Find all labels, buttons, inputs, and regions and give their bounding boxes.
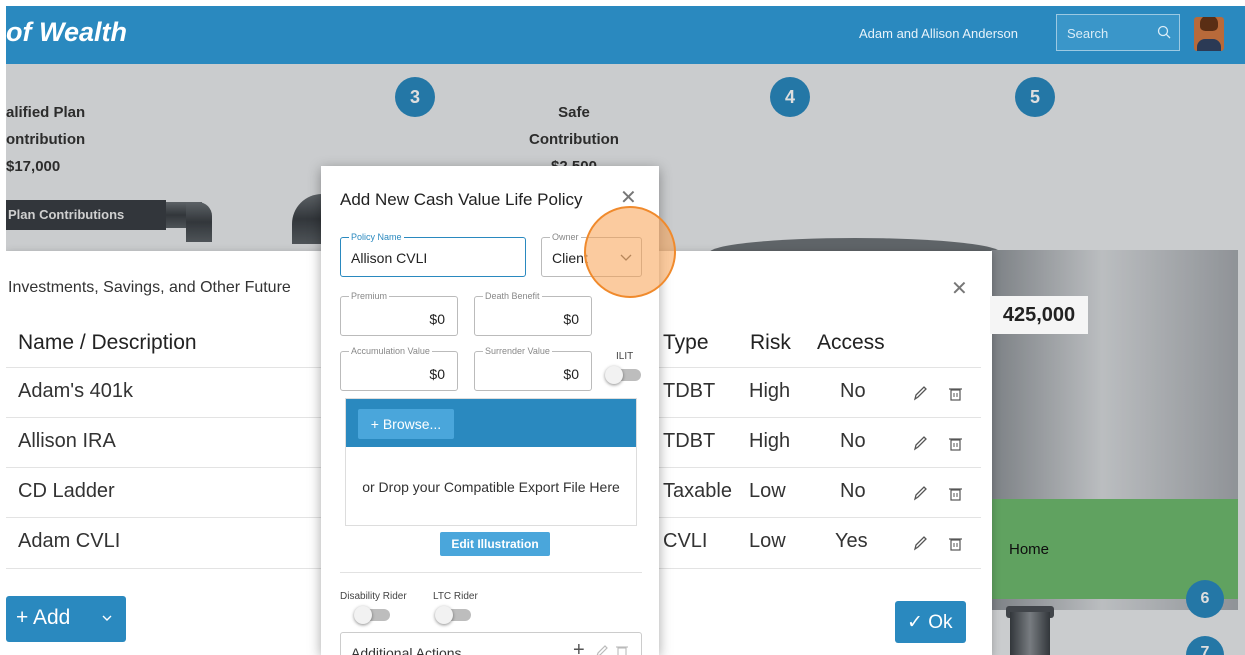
surrender-value-field[interactable]: Surrender Value $0 — [474, 345, 592, 391]
row-name: Allison IRA — [18, 430, 116, 452]
search-icon[interactable] — [1157, 25, 1171, 39]
check-icon: ✓ — [907, 612, 929, 633]
row-type: TDBT — [663, 380, 716, 402]
premium-value: $0 — [429, 311, 445, 327]
ltc-rider-toggle[interactable] — [435, 606, 471, 624]
modal-title: Add New Cash Value Life Policy — [340, 190, 583, 209]
trash-icon[interactable] — [946, 532, 964, 554]
dropzone-text: or Drop your Compatible Export File Here — [362, 479, 620, 495]
tank-value: 425,000 — [990, 296, 1088, 334]
accumulation-label: Accumulation Value — [349, 345, 432, 357]
ilit-toggle[interactable] — [605, 366, 641, 384]
trash-icon[interactable] — [946, 432, 964, 454]
file-dropzone[interactable]: + Browse... or Drop your Compatible Expo… — [345, 398, 637, 526]
divider — [340, 572, 642, 573]
ilit-label: ILIT — [616, 351, 634, 362]
avatar[interactable] — [1194, 17, 1224, 51]
pencil-icon[interactable] — [911, 532, 929, 554]
row-risk: High — [749, 430, 791, 452]
row-risk: Low — [749, 480, 786, 502]
row-access: No — [840, 380, 866, 402]
row-risk: High — [749, 380, 791, 402]
ltc-rider-label: LTC Rider — [433, 591, 478, 602]
disability-rider-toggle[interactable] — [354, 606, 390, 624]
close-icon[interactable]: ✕ — [620, 188, 637, 208]
accumulation-value-field[interactable]: Accumulation Value $0 — [340, 345, 458, 391]
row-type: CVLI — [663, 530, 708, 552]
death-benefit-field[interactable]: Death Benefit $0 — [474, 290, 592, 336]
search-input[interactable]: Search — [1056, 14, 1180, 51]
owner-label: Owner — [550, 231, 581, 243]
add-button-label: + Add — [16, 606, 71, 629]
dropzone-header: + Browse... — [346, 399, 636, 447]
close-icon[interactable]: ✕ — [951, 279, 968, 299]
trash-icon[interactable] — [946, 482, 964, 504]
chevron-down-icon[interactable] — [102, 613, 112, 623]
pencil-icon[interactable] — [911, 482, 929, 504]
top-header: of Wealth Adam and Allison Anderson Sear… — [6, 6, 1245, 64]
policy-name-field[interactable]: Policy Name Allison CVLI — [340, 231, 526, 277]
pencil-icon[interactable] — [911, 382, 929, 404]
add-button[interactable]: + Add — [6, 596, 126, 642]
additional-actions-bar: Additional Actions + — [340, 632, 642, 655]
row-access: Yes — [835, 530, 868, 552]
ok-button-label: Ok — [928, 612, 953, 633]
row-type: TDBT — [663, 430, 716, 452]
pencil-icon[interactable] — [911, 432, 929, 454]
click-highlight — [584, 206, 676, 298]
user-name[interactable]: Adam and Allison Anderson — [859, 26, 1018, 41]
app-frame: of Wealth Adam and Allison Anderson Sear… — [6, 6, 1245, 655]
row-name: Adam's 401k — [18, 380, 133, 402]
plus-icon[interactable]: + — [573, 639, 585, 655]
row-name: Adam CVLI — [18, 530, 121, 552]
death-benefit-label: Death Benefit — [483, 290, 542, 302]
col-header-risk[interactable]: Risk — [750, 331, 791, 355]
row-access: No — [840, 480, 866, 502]
search-placeholder: Search — [1067, 26, 1109, 41]
trash-icon[interactable] — [946, 382, 964, 404]
owner-value: Client — [552, 250, 588, 266]
panel-title: Investments, Savings, and Other Future — [8, 279, 291, 296]
row-name: CD Ladder — [18, 480, 115, 502]
browse-button[interactable]: + Browse... — [358, 409, 454, 439]
accumulation-value: $0 — [429, 366, 445, 382]
col-header-type[interactable]: Type — [663, 331, 709, 355]
premium-label: Premium — [349, 290, 390, 302]
premium-field[interactable]: Premium $0 — [340, 290, 458, 336]
pencil-icon[interactable] — [595, 643, 609, 655]
ok-button[interactable]: ✓ Ok — [895, 601, 966, 643]
col-header-name[interactable]: Name / Description — [18, 331, 197, 355]
policy-name-label: Policy Name — [349, 231, 404, 243]
policy-name-value: Allison CVLI — [351, 250, 428, 266]
row-access: No — [840, 430, 866, 452]
brand-logo-text: of Wealth — [6, 17, 127, 47]
surrender-value: $0 — [563, 366, 579, 382]
additional-actions-label: Additional Actions — [351, 645, 462, 655]
col-header-access[interactable]: Access — [817, 331, 885, 355]
row-risk: Low — [749, 530, 786, 552]
death-benefit-value: $0 — [563, 311, 579, 327]
edit-illustration-button[interactable]: Edit Illustration — [440, 532, 550, 556]
disability-rider-label: Disability Rider — [340, 591, 407, 602]
trash-icon[interactable] — [615, 643, 629, 655]
row-type: Taxable — [663, 480, 732, 502]
surrender-label: Surrender Value — [483, 345, 552, 357]
